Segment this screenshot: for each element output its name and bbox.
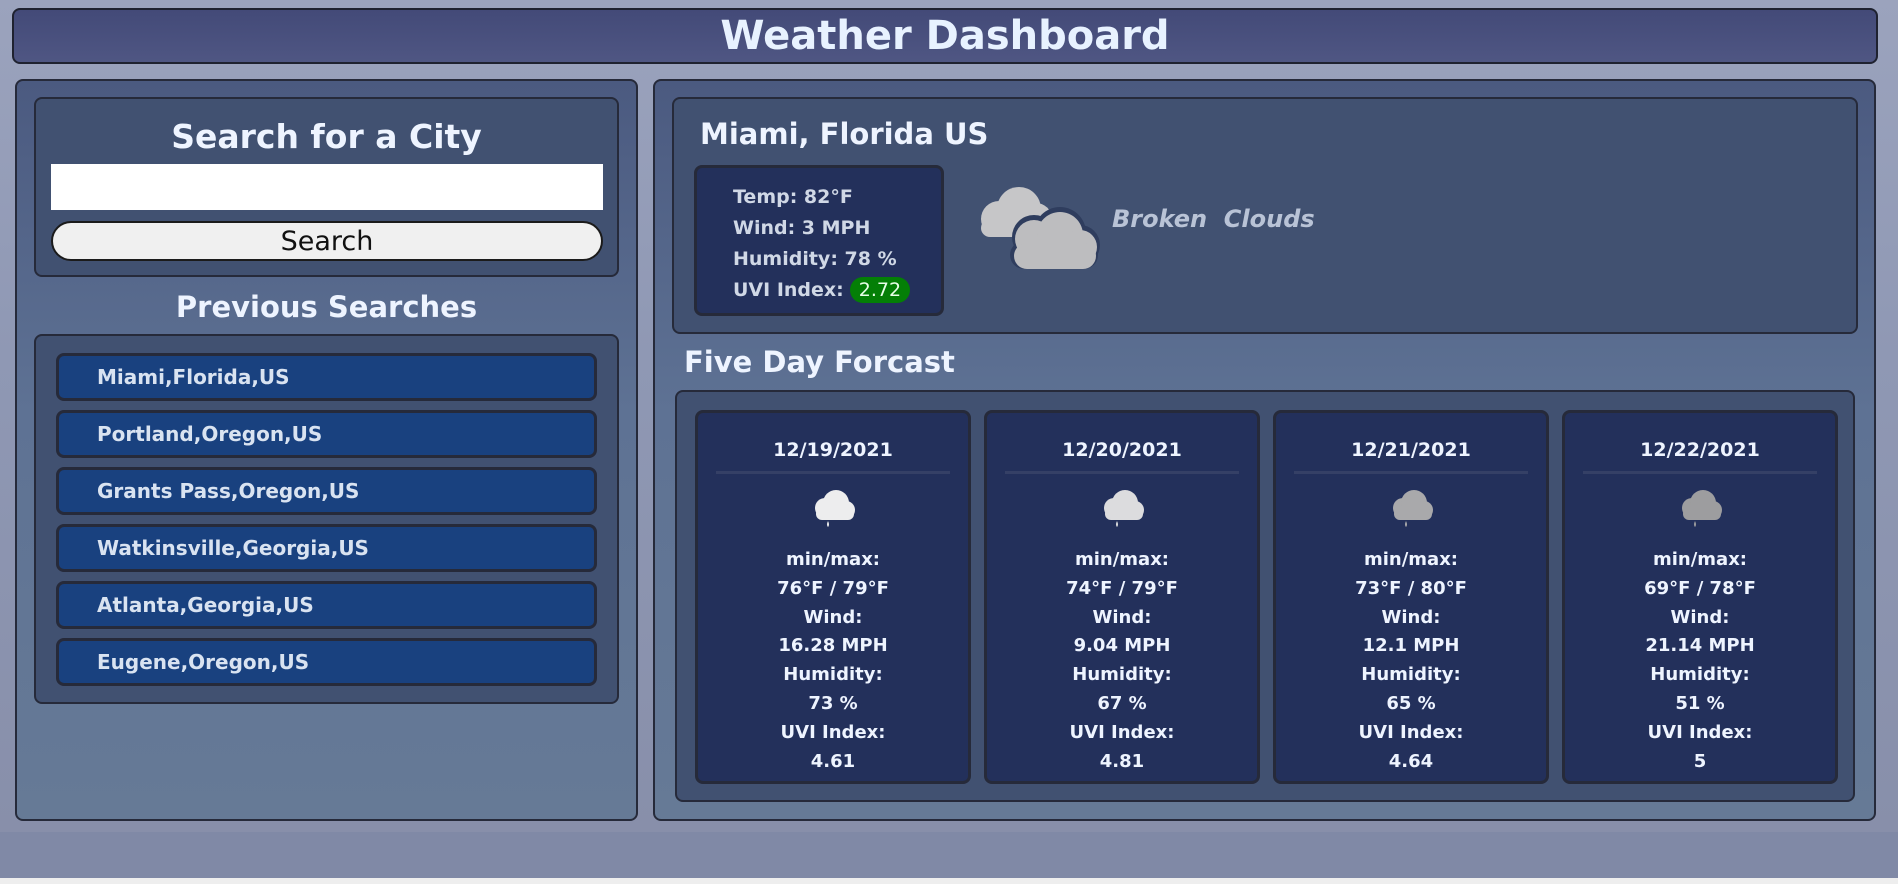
wind-value: 16.28 MPH [778, 635, 888, 657]
min-max-label: min/max: [1074, 549, 1170, 570]
uvi-badge: 2.72 [849, 277, 911, 303]
previous-searches-list: Miami,Florida,US Portland,Oregon,US Gran… [56, 353, 597, 695]
wind-value: 12.1 MPH [1362, 635, 1460, 657]
forecast-details: min/max: 74°F / 79°F Wind: 9.04 MPH Humi… [987, 546, 1257, 776]
current-wind: Wind: 3 MPH [733, 217, 871, 239]
current-humidity: Humidity: 78 % [733, 248, 897, 270]
wind-value: 9.04 MPH [1073, 635, 1171, 657]
history-item-label: Grants Pass,Oregon,US [97, 479, 360, 503]
humidity-value: 51 % [1675, 692, 1725, 714]
uvi-label: UVI Index: [1358, 721, 1464, 743]
min-max-label: min/max: [1363, 549, 1459, 570]
uvi-label: UVI Index: [1647, 721, 1753, 743]
min-max-label: min/max: [785, 549, 881, 570]
city-search-input[interactable] [51, 164, 603, 210]
forecast-details: min/max: 76°F / 79°F Wind: 16.28 MPH Hum… [698, 546, 968, 776]
divider [1005, 471, 1239, 474]
wind-value: 21.14 MPH [1645, 635, 1755, 657]
forecast-details: min/max: 73°F / 80°F Wind: 12.1 MPH Humi… [1276, 546, 1546, 776]
humidity-value: 73 % [808, 692, 858, 714]
forecast-date: 12/19/2021 [773, 439, 893, 461]
wind-label: Wind: [803, 606, 863, 628]
current-city-title: Miami, Florida US [700, 117, 989, 151]
forecast-day-card: 12/21/2021 min/max: 73°F / 80°F Wind: 12… [1273, 410, 1549, 784]
previous-searches-list-container: Miami,Florida,US Portland,Oregon,US Gran… [34, 334, 619, 704]
forecast-details: min/max: 69°F / 78°F Wind: 21.14 MPH Hum… [1565, 546, 1835, 776]
current-weather-section: Miami, Florida US Temp: 82°F Wind: 3 MPH… [672, 97, 1858, 334]
history-item-miami[interactable]: Miami,Florida,US [56, 353, 597, 401]
current-condition: Broken Clouds [1112, 205, 1315, 233]
page-bottom-edge [0, 878, 1898, 884]
min-max-value: 74°F / 79°F [1066, 577, 1178, 599]
history-item-portland[interactable]: Portland,Oregon,US [56, 410, 597, 458]
humidity-label: Humidity: [1072, 664, 1172, 686]
wind-label: Wind: [1670, 606, 1730, 628]
divider [1583, 471, 1817, 474]
divider [1294, 471, 1528, 474]
uvi-value: 4.61 [810, 750, 856, 772]
uvi-label: UVI Index: [780, 721, 886, 743]
rain-cloud-icon [815, 490, 855, 527]
search-button[interactable]: Search [51, 221, 603, 261]
app-header: Weather Dashboard [12, 8, 1878, 64]
min-max-label: min/max: [1652, 549, 1748, 570]
previous-searches-title: Previous Searches [175, 290, 478, 324]
page-footer-strip [0, 832, 1898, 884]
forecast-title: Five Day Forcast [684, 345, 955, 379]
history-item-label: Miami,Florida,US [97, 365, 290, 389]
broken-clouds-icon [981, 187, 1100, 269]
current-uvi-label: UVI Index: [733, 279, 844, 301]
humidity-label: Humidity: [783, 664, 883, 686]
search-title: Search for a City [171, 117, 482, 156]
history-item-label: Atlanta,Georgia,US [97, 593, 314, 617]
uvi-value: 4.81 [1099, 750, 1145, 772]
history-item-label: Portland,Oregon,US [97, 422, 323, 446]
humidity-value: 67 % [1097, 692, 1147, 714]
min-max-value: 76°F / 79°F [777, 577, 889, 599]
history-item-grants-pass[interactable]: Grants Pass,Oregon,US [56, 467, 597, 515]
rain-cloud-icon [1104, 490, 1144, 527]
min-max-value: 73°F / 80°F [1355, 577, 1467, 599]
forecast-day-card: 12/22/2021 min/max: 69°F / 78°F Wind: 21… [1562, 410, 1838, 784]
history-item-label: Watkinsville,Georgia,US [97, 536, 369, 560]
history-item-watkinsville[interactable]: Watkinsville,Georgia,US [56, 524, 597, 572]
humidity-label: Humidity: [1361, 664, 1461, 686]
forecast-date: 12/20/2021 [1062, 439, 1182, 461]
forecast-date: 12/22/2021 [1640, 439, 1760, 461]
history-item-atlanta[interactable]: Atlanta,Georgia,US [56, 581, 597, 629]
rain-cloud-icon [1682, 490, 1722, 527]
uvi-label: UVI Index: [1069, 721, 1175, 743]
current-temp: Temp: 82°F [733, 186, 853, 208]
divider [716, 471, 950, 474]
uvi-value: 4.64 [1388, 750, 1434, 772]
forecast-section: 12/19/2021 min/max: 76°F / 79°F Wind: 16… [675, 390, 1855, 802]
history-item-label: Eugene,Oregon,US [97, 650, 310, 674]
humidity-value: 65 % [1386, 692, 1436, 714]
forecast-day-card: 12/19/2021 min/max: 76°F / 79°F Wind: 16… [695, 410, 971, 784]
search-section: Search for a City Search [34, 97, 619, 277]
page-title: Weather Dashboard [720, 13, 1170, 59]
rain-cloud-icon [1393, 490, 1433, 527]
uvi-value: 5 [1693, 750, 1707, 772]
forecast-date: 12/21/2021 [1351, 439, 1471, 461]
wind-label: Wind: [1381, 606, 1441, 628]
forecast-day-card: 12/20/2021 min/max: 74°F / 79°F Wind: 9.… [984, 410, 1260, 784]
min-max-value: 69°F / 78°F [1644, 577, 1756, 599]
current-uvi: UVI Index: 2.72 [733, 276, 941, 307]
history-item-eugene[interactable]: Eugene,Oregon,US [56, 638, 597, 686]
current-stats-card: Temp: 82°F Wind: 3 MPH Humidity: 78 % UV… [694, 165, 944, 316]
wind-label: Wind: [1092, 606, 1152, 628]
humidity-label: Humidity: [1650, 664, 1750, 686]
